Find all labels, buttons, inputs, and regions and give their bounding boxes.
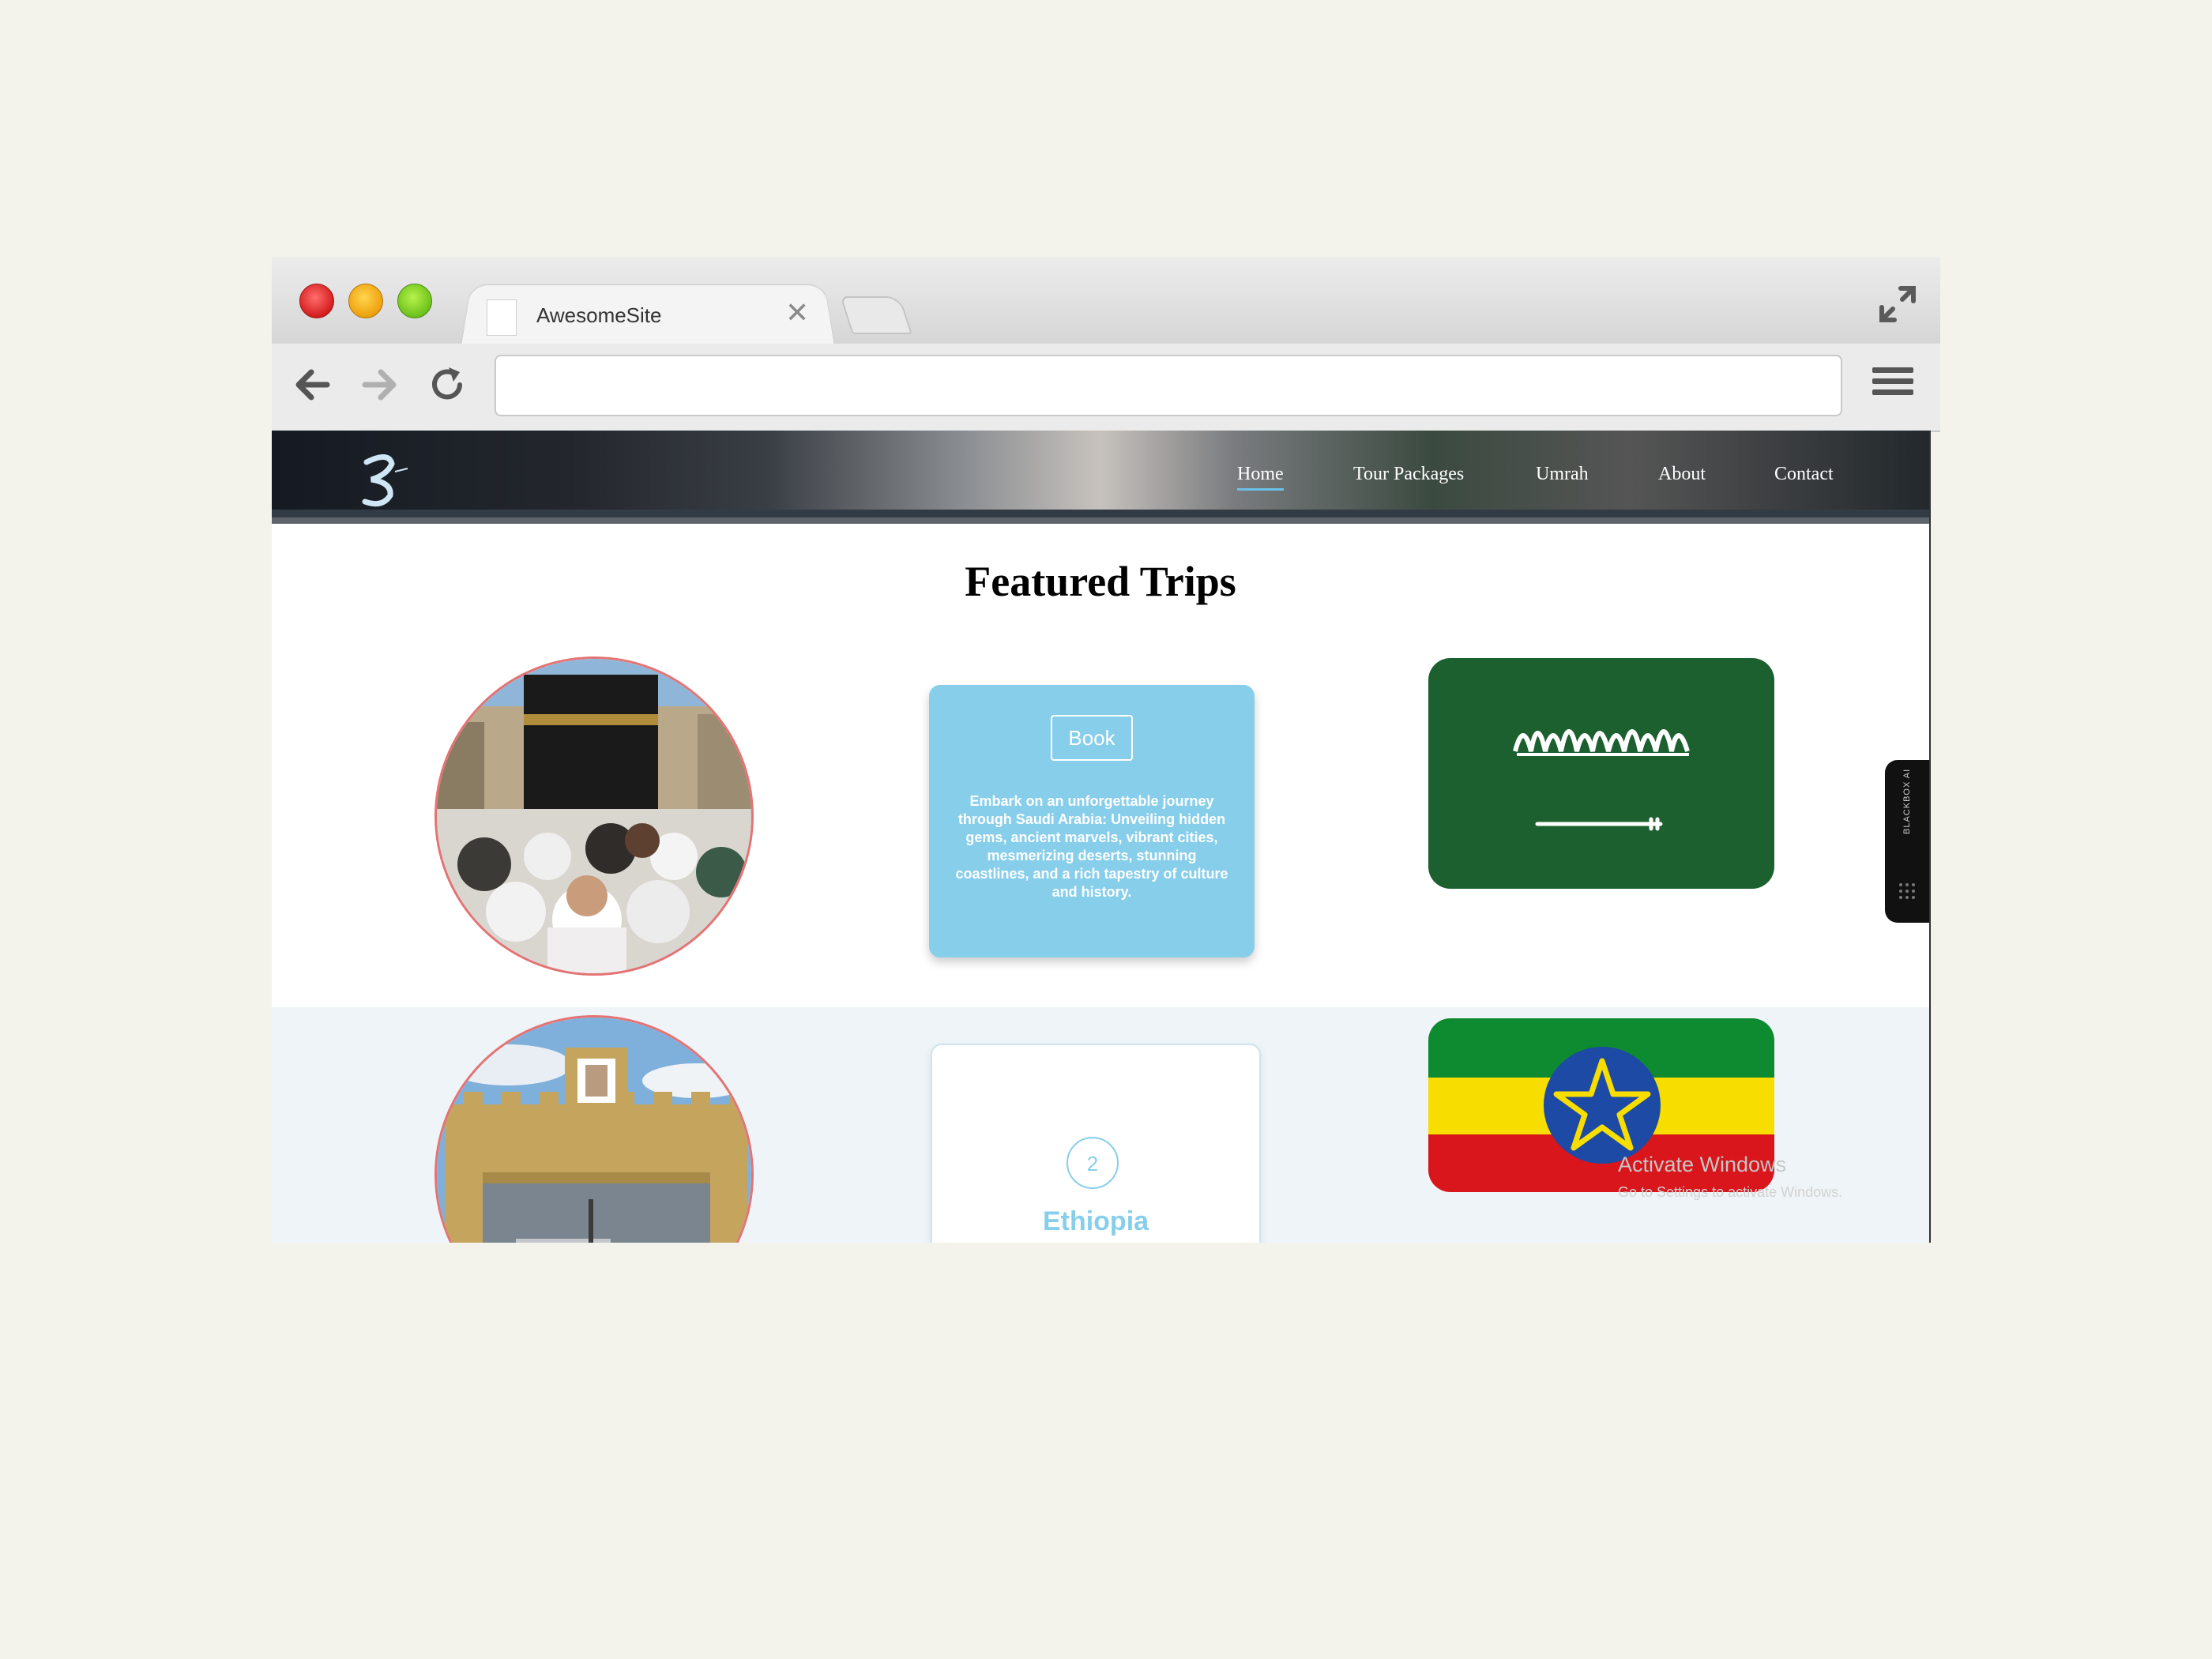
dots-icon: [1899, 883, 1915, 899]
star-icon: [1553, 1058, 1651, 1151]
address-bar[interactable]: [495, 355, 1842, 416]
nav-link-about[interactable]: About: [1658, 464, 1706, 485]
browser-window: AwesomeSite ✕ Home Tour Packages Umrah A…: [272, 257, 1940, 1243]
book-button[interactable]: Book: [1051, 715, 1133, 761]
trip-number-badge: 2: [1066, 1137, 1119, 1189]
section-title: Featured Trips: [965, 558, 1236, 605]
trip-destination-title: Ethiopia: [1042, 1206, 1149, 1236]
kaaba-photo: [434, 656, 754, 976]
nav-link-home[interactable]: Home: [1237, 464, 1284, 491]
kaaba-photo-illustration: [437, 659, 751, 973]
saudi-arabia-flag: [1428, 658, 1774, 889]
saudi-flag-emblem: [1513, 729, 1690, 831]
site-logo[interactable]: [351, 448, 414, 511]
reload-icon[interactable]: [423, 361, 471, 408]
fullscreen-icon[interactable]: [1874, 280, 1921, 328]
tab-close-icon[interactable]: ✕: [785, 296, 809, 329]
blackbox-ai-widget[interactable]: BLACKBOX AI: [1885, 760, 1929, 923]
trip-description: Embark on an unforgettable journey throu…: [955, 793, 1228, 900]
minimize-window-button[interactable]: [348, 284, 383, 318]
page-viewport: Home Tour Packages Umrah About Contact F…: [272, 431, 1931, 1243]
header-strip: [272, 510, 1929, 517]
nav-link-tour-packages[interactable]: Tour Packages: [1353, 464, 1464, 485]
zoom-window-button[interactable]: [397, 284, 432, 318]
header-divider: [272, 517, 1929, 524]
activate-windows-title: Activate Windows: [1618, 1153, 1787, 1176]
forward-arrow-icon[interactable]: [356, 361, 403, 408]
trip-card-saudi: Book Embark on an unforgettable journey …: [929, 685, 1255, 957]
page-favicon-icon: [487, 299, 517, 336]
tab-title: AwesomeSite: [536, 303, 662, 327]
menu-hamburger-icon[interactable]: [1872, 367, 1913, 402]
nav-link-contact[interactable]: Contact: [1774, 464, 1834, 485]
back-arrow-icon[interactable]: [289, 361, 337, 408]
nav-link-umrah[interactable]: Umrah: [1536, 464, 1589, 485]
close-window-button[interactable]: [299, 284, 334, 318]
flag-emblem: [1544, 1047, 1661, 1164]
blackbox-label: BLACKBOX AI: [1902, 768, 1912, 834]
activate-windows-subtitle: Go to Settings to activate Windows.: [1618, 1184, 1843, 1200]
trip-card-ethiopia: 2 Ethiopia: [931, 1044, 1261, 1243]
